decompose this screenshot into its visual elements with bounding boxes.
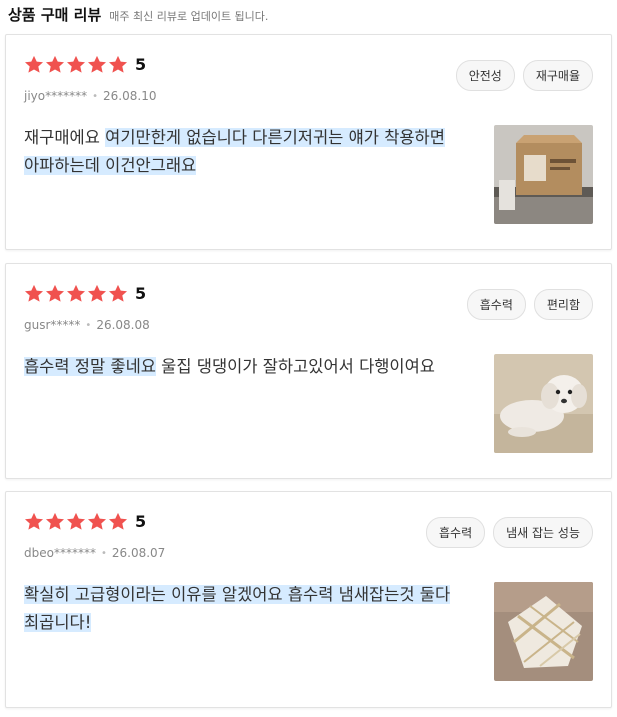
rating-score: 5 [135, 512, 147, 531]
review-tag[interactable]: 안전성 [455, 60, 515, 91]
separator-dot: • [85, 319, 92, 331]
review-photo[interactable] [494, 582, 593, 681]
star-icon [24, 55, 44, 74]
review-text: 확실히 고급형이라는 이유를 알겠어요 흡수력 냄새잡는것 둘다 최곱니다! [24, 581, 464, 637]
review-tag[interactable]: 흡수력 [466, 289, 526, 320]
review-text: 재구매에요 여기만한게 없습니다 다른기저귀는 얘가 착용하면 아파하는데 이건… [24, 124, 464, 180]
star-icon [66, 512, 86, 531]
star-icon [66, 284, 86, 303]
review-tags: 흡수력 냄새 잡는 성능 [426, 517, 593, 548]
review-text-highlight: 흡수력 정말 좋네요 [24, 357, 156, 376]
star-icon [108, 55, 128, 74]
reviewer-id: dbeo******* [24, 546, 96, 560]
review-photo[interactable] [494, 125, 593, 224]
star-icon [108, 512, 128, 531]
review-meta: jiyo******* • 26.08.10 [24, 89, 156, 103]
section-title: 상품 구매 리뷰 [8, 6, 102, 24]
review-tag[interactable]: 냄새 잡는 성능 [493, 517, 593, 548]
star-rating: 5 [24, 284, 146, 303]
review-tags: 흡수력 편리함 [466, 289, 593, 320]
review-date: 26.08.08 [96, 318, 150, 332]
reviewer-id: jiyo******* [24, 89, 88, 103]
white-dog-photo-icon [494, 354, 593, 453]
review-tag[interactable]: 흡수력 [426, 517, 486, 548]
product-box-photo-icon [494, 125, 593, 224]
review-text-highlight: 확실히 고급형이라는 이유를 알겠어요 흡수력 냄새잡는것 둘다 최곱니다! [24, 585, 451, 632]
star-icon [45, 284, 65, 303]
star-icon [24, 512, 44, 531]
star-icon [87, 512, 107, 531]
rating-score: 5 [135, 284, 147, 303]
folded-pad-photo-icon [494, 582, 593, 681]
review-text-plain: 울집 댕댕이가 잘하고있어서 다행이여요 [155, 357, 435, 376]
review-section-header: 상품 구매 리뷰 매주 최신 리뷰로 업데이트 됩니다. [8, 4, 268, 26]
review-meta: dbeo******* • 26.08.07 [24, 546, 165, 560]
review-card: 5 dbeo******* • 26.08.07 흡수력 냄새 잡는 성능 확실… [5, 491, 612, 708]
review-tag[interactable]: 편리함 [533, 289, 593, 320]
review-date: 26.08.07 [111, 546, 166, 560]
star-icon [45, 512, 65, 531]
star-icon [87, 284, 107, 303]
review-tags: 안전성 재구매율 [455, 60, 593, 91]
review-date: 26.08.10 [103, 89, 157, 103]
review-photo[interactable] [494, 354, 593, 453]
star-icon [66, 55, 86, 74]
separator-dot: • [92, 90, 99, 102]
reviewer-id: gusr***** [24, 318, 81, 332]
star-rating: 5 [24, 512, 146, 531]
star-icon [87, 55, 107, 74]
review-meta: gusr***** • 26.08.08 [24, 318, 150, 332]
star-rating: 5 [24, 55, 146, 74]
star-icon [45, 55, 65, 74]
review-card: 5 jiyo******* • 26.08.10 안전성 재구매율 재구매에요 … [5, 34, 612, 250]
separator-dot: • [100, 547, 107, 559]
review-text: 흡수력 정말 좋네요 울집 댕댕이가 잘하고있어서 다행이여요 [24, 353, 464, 381]
section-subtitle: 매주 최신 리뷰로 업데이트 됩니다. [109, 10, 269, 23]
review-card: 5 gusr***** • 26.08.08 흡수력 편리함 흡수력 정말 좋네… [5, 263, 612, 479]
rating-score: 5 [135, 55, 147, 74]
review-tag[interactable]: 재구매율 [522, 60, 593, 91]
star-icon [24, 284, 44, 303]
review-text-plain: 재구매에요 [24, 128, 106, 147]
star-icon [108, 284, 128, 303]
